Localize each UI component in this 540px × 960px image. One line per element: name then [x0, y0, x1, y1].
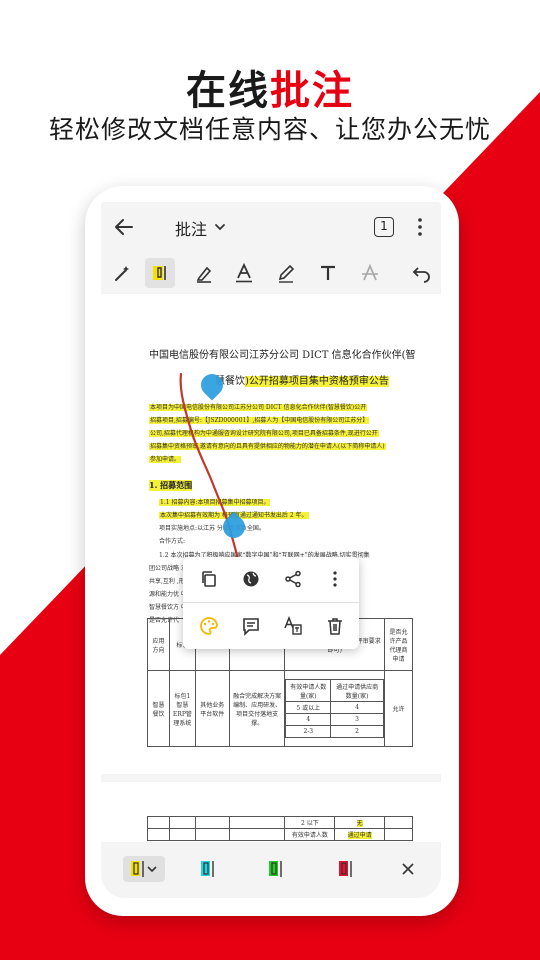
- delete-icon[interactable]: [323, 614, 347, 638]
- highlighter-green-icon: [269, 861, 282, 877]
- translate-icon[interactable]: [281, 614, 305, 638]
- globe-icon[interactable]: [239, 567, 263, 591]
- context-popup: [183, 557, 359, 649]
- copy-icon[interactable]: [197, 567, 221, 591]
- headline-accent: 批注: [270, 68, 354, 114]
- app-screen: 批注 1 中国电信股份有限公司江苏分公司 DICT 信息化合作伙伴(智 慧餐饮)…: [101, 202, 441, 898]
- headline-prefix: 在线: [186, 68, 270, 114]
- more-vertical-icon[interactable]: [413, 216, 427, 238]
- color-picker-cyan[interactable]: [195, 856, 221, 882]
- highlighter-cyan-icon: [201, 861, 214, 877]
- headline: 在线批注: [0, 58, 540, 116]
- headline-subtitle: 轻松修改文档任意内容、让您办公无忧: [48, 115, 491, 144]
- color-picker-red[interactable]: [333, 856, 359, 882]
- table-cell: 有效申请人数: [284, 828, 336, 841]
- pencil-icon[interactable]: [271, 258, 301, 288]
- color-picker-yellow[interactable]: [123, 856, 165, 882]
- chevron-down-icon: [147, 866, 157, 873]
- color-picker-green[interactable]: [263, 856, 289, 882]
- mode-title[interactable]: 批注: [175, 216, 207, 240]
- pen-icon[interactable]: [189, 258, 219, 288]
- share-icon[interactable]: [281, 567, 305, 591]
- underline-icon[interactable]: [229, 258, 259, 288]
- page-count-icon[interactable]: 1: [374, 217, 394, 237]
- table-cell: 无: [356, 820, 363, 827]
- ink-annotation[interactable]: [101, 294, 441, 774]
- table-cell: 通过申请: [347, 832, 372, 839]
- palette-icon[interactable]: [197, 614, 221, 638]
- highlighter-icon[interactable]: [145, 258, 175, 288]
- document-page-2: 2 以下 无 有效申请人数 通过申请: [101, 782, 441, 842]
- document-table-2: 2 以下 无 有效申请人数 通过申请: [147, 816, 413, 841]
- text-icon[interactable]: [313, 258, 343, 288]
- more-vertical-icon[interactable]: [323, 567, 347, 591]
- highlighter-red-icon: [339, 861, 352, 877]
- strikethrough-icon[interactable]: [355, 258, 385, 288]
- magic-wand-icon[interactable]: [107, 258, 137, 288]
- top-app-bar: 批注 1: [101, 202, 441, 252]
- document-page: 中国电信股份有限公司江苏分公司 DICT 信息化合作伙伴(智 慧餐饮)公开招募项…: [101, 294, 441, 774]
- table-cell: 2 以下: [284, 816, 336, 829]
- popup-divider: [183, 602, 359, 603]
- chevron-down-icon[interactable]: [213, 220, 227, 234]
- close-icon[interactable]: [397, 856, 419, 882]
- undo-icon[interactable]: [407, 258, 437, 288]
- back-arrow-icon[interactable]: [111, 214, 137, 240]
- highlighter-yellow-icon: [131, 861, 144, 877]
- annotation-toolbar: [101, 254, 441, 292]
- highlight-color-bar: [101, 842, 441, 898]
- comment-icon[interactable]: [239, 614, 263, 638]
